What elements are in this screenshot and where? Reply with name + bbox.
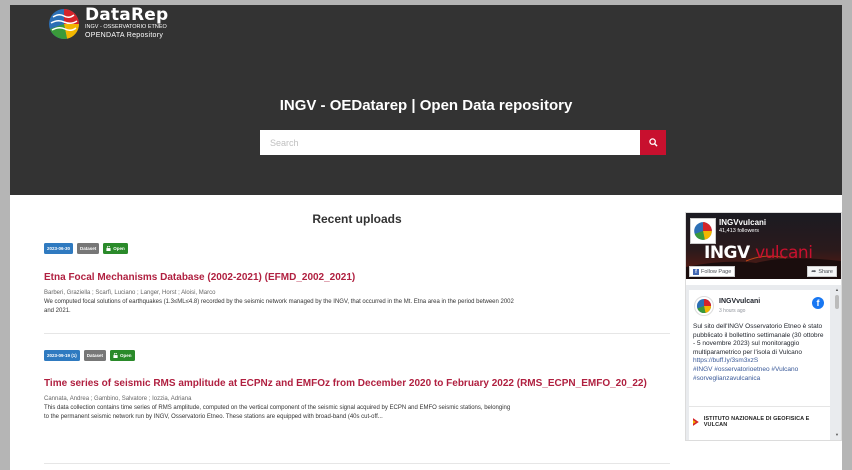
unlock-icon xyxy=(113,353,118,358)
facebook-feed[interactable]: INGVvulcani 3 hours ago f Sul sito dell'… xyxy=(686,285,841,440)
date-badge[interactable]: 2023-09-19 (1) xyxy=(44,350,80,361)
record-description: We computed focal solutions of earthquak… xyxy=(44,299,514,314)
search-icon xyxy=(648,138,658,147)
hero-banner: DataRep INGV - OSSERVATORIO ETNEO OPENDA… xyxy=(10,5,842,195)
facebook-icon[interactable]: f xyxy=(812,297,824,309)
post-divider xyxy=(689,406,830,407)
record-authors: Cannata, Andrea ; Gambino, Salvatore ; I… xyxy=(44,396,192,402)
cover-brand-text: INGV vulcani xyxy=(704,243,813,263)
post-attachment-org[interactable]: ISTITUTO NAZIONALE DI GEOFISICA E VULCAN xyxy=(693,416,830,428)
post-link[interactable]: https://buff.ly/3sm3xzS xyxy=(693,357,758,364)
post-time[interactable]: 3 hours ago xyxy=(719,308,745,314)
search-button[interactable] xyxy=(640,130,666,155)
record-divider xyxy=(44,463,670,464)
access-label: Open xyxy=(113,246,125,251)
page-frame: DataRep INGV - OSSERVATORIO ETNEO OPENDA… xyxy=(10,5,842,470)
scroll-thumb[interactable] xyxy=(835,295,839,309)
recent-uploads-heading: Recent uploads xyxy=(312,212,402,226)
scroll-up-icon[interactable]: ▲ xyxy=(835,287,839,292)
post-avatar[interactable] xyxy=(694,296,714,316)
facebook-page-widget: INGVvulcani 41,413 followers INGV vulcan… xyxy=(685,212,842,441)
access-label: Open xyxy=(120,353,132,358)
post-body: Sul sito dell'INGV Osservatorio Etneo è … xyxy=(693,323,824,356)
follow-page-button[interactable]: f Follow Page xyxy=(689,266,736,277)
share-arrow-icon: ➦ xyxy=(811,269,817,275)
record-title-link[interactable]: Time series of seismic RMS amplitude at … xyxy=(44,377,670,390)
globe-logo-icon xyxy=(696,298,712,314)
date-badge[interactable]: 2023-06-30 xyxy=(44,243,74,254)
type-badge[interactable]: Dataset xyxy=(83,350,107,361)
post-hashtags[interactable]: #INGV #osservatorioetneo #Vulcano #sorve… xyxy=(693,366,798,382)
brand-name: DataRep xyxy=(85,5,169,25)
record-divider xyxy=(44,333,670,334)
brand-tagline: OPENDATA Repository xyxy=(85,31,164,39)
post-text: Sul sito dell'INGV Osservatorio Etneo è … xyxy=(693,323,827,383)
post-author[interactable]: INGVvulcani xyxy=(719,298,760,305)
share-button[interactable]: ➦ Share xyxy=(807,266,837,277)
site-logo[interactable]: DataRep INGV - OSSERVATORIO ETNEO OPENDA… xyxy=(47,7,168,41)
share-label: Share xyxy=(818,268,833,275)
record-description: This data collection contains time serie… xyxy=(44,405,511,420)
facebook-page-name[interactable]: INGVvulcani xyxy=(719,218,766,227)
record-authors: Barberi, Graziella ; Scarfì, Luciano ; L… xyxy=(44,290,216,296)
facebook-post: INGVvulcani 3 hours ago f Sul sito dell'… xyxy=(689,290,830,440)
search-input[interactable] xyxy=(260,130,640,155)
scroll-down-icon[interactable]: ▼ xyxy=(835,432,839,437)
access-badge[interactable]: Open xyxy=(103,243,128,254)
record-item: 2023-09-19 (1) Dataset Open Time series … xyxy=(44,350,670,421)
type-badge[interactable]: Dataset xyxy=(77,243,100,254)
facebook-cover[interactable]: INGVvulcani 41,413 followers INGV vulcan… xyxy=(686,213,841,279)
org-name: ISTITUTO NAZIONALE DI GEOFISICA E VULCAN xyxy=(703,416,810,428)
facebook-f-icon: f xyxy=(693,268,699,275)
globe-logo-icon xyxy=(49,9,79,39)
globe-logo-icon xyxy=(694,222,712,240)
follow-page-label: Follow Page xyxy=(701,268,732,275)
page-avatar[interactable] xyxy=(690,218,716,244)
feed-scrollbar[interactable]: ▲ ▼ xyxy=(834,287,840,437)
record-item: 2023-06-30 Dataset Open Etna Focal Mecha… xyxy=(44,243,670,315)
access-badge[interactable]: Open xyxy=(110,350,135,361)
page-title: INGV - OEDatarep | Open Data repository xyxy=(279,97,573,114)
unlock-icon xyxy=(106,246,111,251)
facebook-followers: 41,413 followers xyxy=(719,228,760,234)
record-title-link[interactable]: Etna Focal Mechanisms Database (2002-202… xyxy=(44,271,670,284)
brand-subtitle: INGV - OSSERVATORIO ETNEO xyxy=(85,24,167,30)
ingv-flag-icon xyxy=(693,418,699,426)
